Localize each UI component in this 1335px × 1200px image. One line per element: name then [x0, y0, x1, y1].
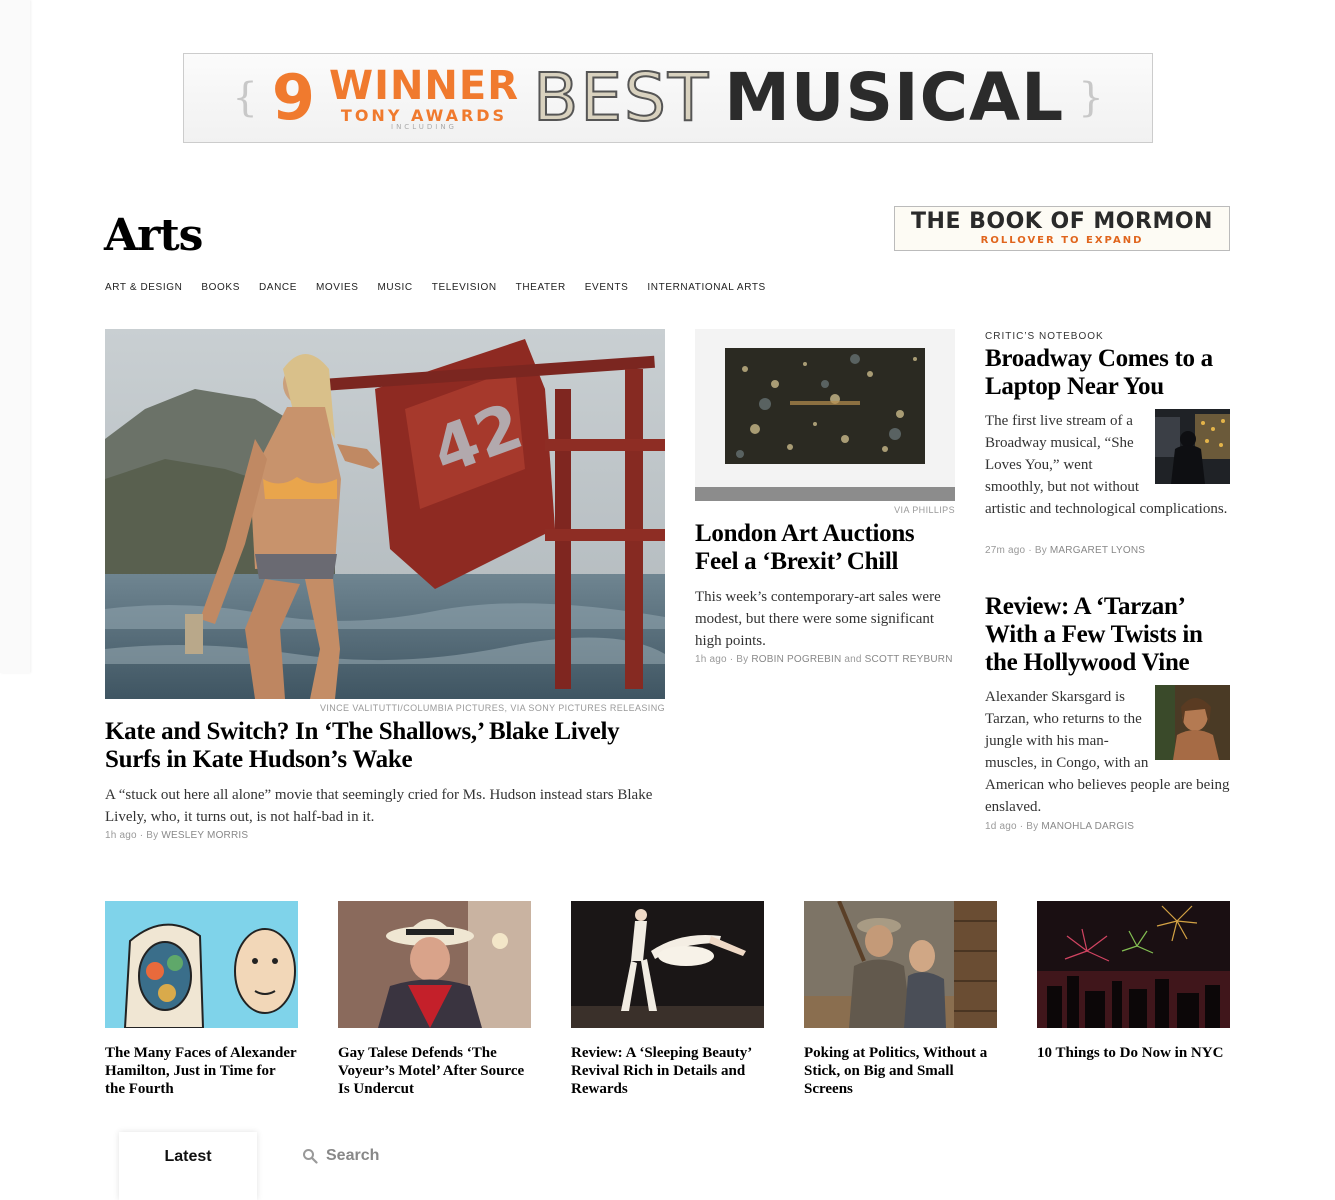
subnav-international-arts[interactable]: INTERNATIONAL ARTS — [647, 282, 765, 293]
lead-story-image[interactable]: 42 — [105, 329, 665, 699]
right2-byline: 1d ago · By MANOHLA DARGIS — [985, 821, 1134, 832]
right1-kicker[interactable]: CRITIC’S NOTEBOOK — [985, 331, 1104, 342]
subnav-art-design[interactable]: ART & DESIGN — [105, 282, 182, 293]
lead-byline: 1h ago · By WESLEY MORRIS — [105, 830, 248, 841]
right1-byline: 27m ago · By MARGARET LYONS — [985, 545, 1145, 556]
card-hamilton[interactable]: The Many Faces of Alexander Hamilton, Ju… — [105, 901, 298, 1098]
left-rail — [0, 0, 30, 673]
ad-number: 9 — [271, 61, 315, 134]
middle-timestamp: 1h ago — [695, 654, 727, 665]
card-image-hamilton[interactable] — [105, 901, 298, 1028]
byline-separator: · — [1028, 545, 1032, 556]
search-label: Search — [326, 1147, 380, 1164]
middle-headline[interactable]: London Art Auctions Feel a ‘Brexit’ Chil… — [695, 520, 955, 576]
tab-search[interactable]: Search — [302, 1147, 379, 1165]
right2-headline[interactable]: Review: A ‘Tarzan’ With a Few Twists in … — [985, 593, 1230, 677]
byline-separator: · — [729, 654, 734, 665]
middle-and: and — [844, 654, 862, 665]
byline-separator: · — [1019, 821, 1024, 832]
card-image-nyc-things[interactable] — [1037, 901, 1230, 1028]
lead-timestamp: 1h ago — [105, 830, 137, 841]
right2-timestamp: 1d ago — [985, 821, 1017, 832]
ad-winner-block: WINNER TONY AWARDS INCLUDING — [329, 66, 519, 131]
middle-author-1[interactable]: ROBIN POGREBIN — [751, 654, 841, 665]
byline-separator: · — [139, 830, 144, 841]
subnav-music[interactable]: MUSIC — [378, 282, 413, 293]
right1-thumbnail[interactable] — [1155, 409, 1230, 484]
lead-author[interactable]: WESLEY MORRIS — [161, 830, 248, 841]
card-image-politics[interactable] — [804, 901, 997, 1028]
right2-author[interactable]: MANOHLA DARGIS — [1041, 821, 1134, 832]
section-title[interactable]: Arts — [104, 210, 203, 261]
subnav-movies[interactable]: MOVIES — [316, 282, 359, 293]
section-subnav: ART & DESIGN BOOKS DANCE MOVIES MUSIC TE… — [105, 282, 766, 293]
right1-author[interactable]: MARGARET LYONS — [1050, 545, 1145, 556]
lead-summary: A “stuck out here all alone” movie that … — [105, 787, 653, 825]
lead-headline[interactable]: Kate and Switch? In ‘The Shallows,’ Blak… — [105, 718, 670, 774]
side-ad-title: THE BOOK OF MORMON — [911, 209, 1213, 234]
right2-thumbnail[interactable] — [1155, 685, 1230, 760]
right1-headline[interactable]: Broadway Comes to a Laptop Near You — [985, 345, 1230, 401]
ad-bracket-right: } — [1078, 75, 1104, 121]
card-title-hamilton[interactable]: The Many Faces of Alexander Hamilton, Ju… — [105, 1044, 298, 1098]
lead-by-prefix: By — [146, 830, 159, 841]
card-title-politics[interactable]: Poking at Politics, Without a Stick, on … — [804, 1044, 997, 1098]
middle-author-2[interactable]: SCOTT REYBURN — [865, 654, 953, 665]
middle-story-image[interactable] — [695, 329, 955, 501]
search-icon — [302, 1148, 318, 1164]
subnav-dance[interactable]: DANCE — [259, 282, 297, 293]
card-talese[interactable]: Gay Talese Defends ‘The Voyeur’s Motel’ … — [338, 901, 531, 1098]
ad-tony-text: TONY AWARDS — [340, 105, 508, 125]
ad-winner-text: WINNER — [328, 62, 520, 109]
middle-image-credit: VIA PHILLIPS — [894, 505, 955, 515]
top-banner-ad[interactable]: { 9 WINNER TONY AWARDS INCLUDING BEST MU… — [183, 53, 1153, 143]
subnav-books[interactable]: BOOKS — [201, 282, 240, 293]
side-ad-book-of-mormon[interactable]: THE BOOK OF MORMON ROLLOVER TO EXPAND — [894, 206, 1230, 251]
card-title-sleeping-beauty[interactable]: Review: A ‘Sleeping Beauty’ Revival Rich… — [571, 1044, 764, 1098]
subnav-theater[interactable]: THEATER — [516, 282, 566, 293]
tab-latest[interactable]: Latest — [119, 1132, 257, 1200]
card-image-talese[interactable] — [338, 901, 531, 1028]
right1-by-prefix: By — [1034, 545, 1047, 556]
ad-musical-text: MUSICAL — [724, 59, 1065, 136]
middle-byline: 1h ago · By ROBIN POGREBIN and SCOTT REY… — [695, 654, 953, 665]
subnav-television[interactable]: TELEVISION — [432, 282, 497, 293]
subnav-events[interactable]: EVENTS — [585, 282, 629, 293]
middle-summary: This week’s contemporary-art sales were … — [695, 589, 941, 649]
card-nyc-things[interactable]: 10 Things to Do Now in NYC — [1037, 901, 1230, 1062]
card-title-talese[interactable]: Gay Talese Defends ‘The Voyeur’s Motel’ … — [338, 1044, 531, 1098]
lead-image-credit: VINCE VALITUTTI/COLUMBIA PICTURES, VIA S… — [319, 703, 665, 713]
card-image-sleeping-beauty[interactable] — [571, 901, 764, 1028]
ad-best-text: BEST — [532, 59, 711, 136]
middle-by-prefix: By — [736, 654, 749, 665]
card-title-nyc-things[interactable]: 10 Things to Do Now in NYC — [1037, 1044, 1230, 1062]
right1-timestamp: 27m ago — [985, 545, 1026, 556]
side-ad-subtitle: ROLLOVER TO EXPAND — [980, 235, 1144, 246]
ad-bracket-left: { — [232, 75, 258, 121]
card-sleeping-beauty[interactable]: Review: A ‘Sleeping Beauty’ Revival Rich… — [571, 901, 764, 1098]
card-politics[interactable]: Poking at Politics, Without a Stick, on … — [804, 901, 997, 1098]
ad-including-text: INCLUDING — [391, 122, 457, 131]
right2-by-prefix: By — [1026, 821, 1039, 832]
